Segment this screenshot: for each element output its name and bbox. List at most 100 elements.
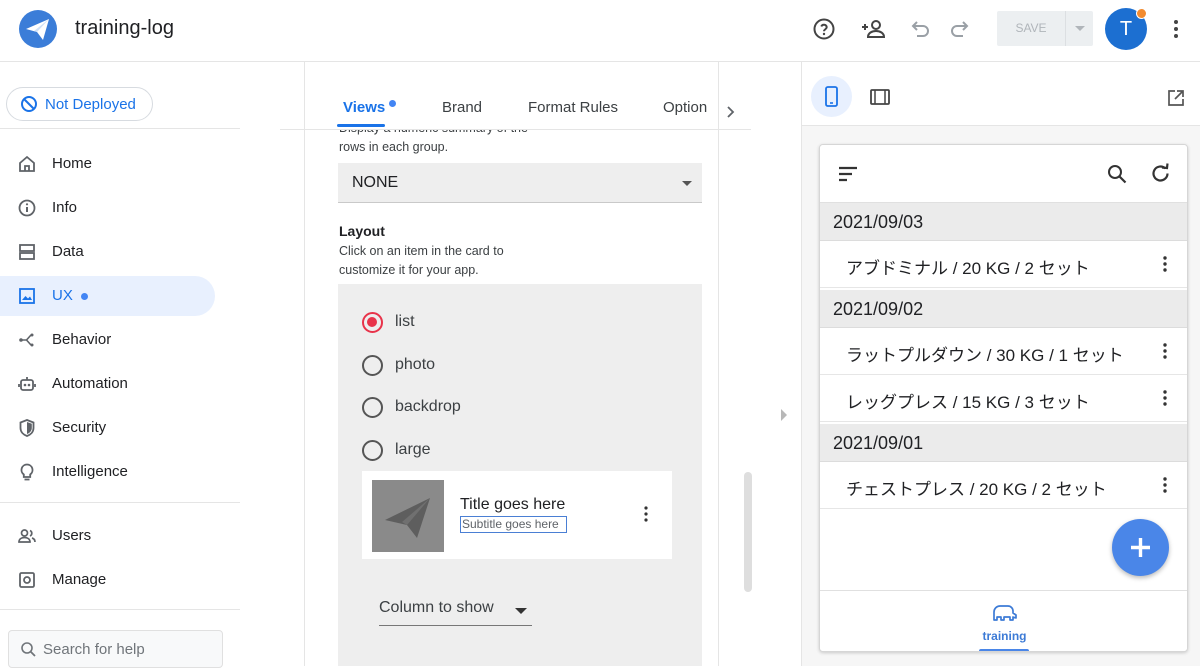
more-vert-icon[interactable] bbox=[1157, 342, 1173, 360]
menu-icon[interactable] bbox=[838, 166, 858, 182]
undo-icon[interactable] bbox=[908, 17, 932, 41]
app-title: training-log bbox=[75, 17, 174, 39]
sidebar-item-users[interactable]: Users bbox=[0, 516, 215, 556]
list-item-label: ラットプルダウン / 30 KG / 1 セット bbox=[846, 346, 1124, 365]
app-preview-panel: 2021/09/03 アブドミナル / 20 KG / 2 セット 2021/0… bbox=[801, 62, 1200, 666]
card-image-placeholder[interactable] bbox=[372, 480, 444, 552]
sidebar-item-security[interactable]: Security bbox=[0, 408, 215, 448]
save-button-group: SAVE bbox=[997, 11, 1093, 46]
group-aggregate-select[interactable]: NONE bbox=[338, 163, 702, 203]
help-search-input[interactable]: Search for help bbox=[8, 630, 223, 668]
bottom-nav: training bbox=[820, 590, 1187, 651]
tablet-icon bbox=[870, 89, 890, 105]
summary-description-line1: Display a numeric summary of the bbox=[339, 130, 528, 138]
sidebar-item-data[interactable]: Data bbox=[0, 232, 215, 272]
search-placeholder: Search for help bbox=[43, 641, 145, 658]
open-external-icon[interactable] bbox=[1167, 89, 1185, 107]
radio-list[interactable] bbox=[362, 312, 383, 333]
scrollbar[interactable] bbox=[744, 472, 752, 592]
view-editor: Views Brand Format Rules Option Display … bbox=[241, 62, 800, 666]
divider bbox=[718, 62, 719, 666]
sidebar-item-ux[interactable]: UX bbox=[0, 276, 215, 316]
sidebar-item-label: Security bbox=[52, 419, 107, 436]
divider bbox=[0, 128, 240, 129]
tablet-preview-button[interactable] bbox=[870, 89, 890, 105]
lightbulb-icon bbox=[17, 462, 37, 482]
group-header: 2021/09/01 bbox=[820, 424, 1187, 462]
group-aggregate-value: NONE bbox=[352, 174, 399, 191]
list-item[interactable]: チェストプレス / 20 KG / 2 セット bbox=[820, 462, 1187, 509]
app-logo-icon bbox=[19, 10, 57, 48]
divider bbox=[0, 609, 240, 610]
sidebar-item-intelligence[interactable]: Intelligence bbox=[0, 452, 215, 492]
add-button[interactable] bbox=[1112, 519, 1169, 576]
save-options-button[interactable] bbox=[1065, 11, 1093, 46]
column-to-show-label: Column to show bbox=[379, 599, 494, 616]
list-item[interactable]: レッグプレス / 15 KG / 3 セット bbox=[820, 375, 1187, 422]
tab-brand[interactable]: Brand bbox=[442, 99, 482, 116]
bottom-nav-label[interactable]: training bbox=[820, 629, 1187, 643]
card-title[interactable]: Title goes here bbox=[460, 496, 565, 514]
more-vert-icon[interactable] bbox=[1157, 389, 1173, 407]
more-vert-icon[interactable] bbox=[1157, 255, 1173, 273]
deploy-status-button[interactable]: Not Deployed bbox=[6, 87, 153, 121]
tab-views[interactable]: Views bbox=[343, 99, 385, 116]
sidebar-item-label: Behavior bbox=[52, 331, 112, 348]
behavior-icon bbox=[17, 330, 37, 350]
list-item-label: アブドミナル / 20 KG / 2 セット bbox=[846, 259, 1090, 278]
phone-icon bbox=[825, 86, 838, 107]
group-header: 2021/09/03 bbox=[820, 203, 1187, 241]
list-item-label: レッグプレス / 15 KG / 3 セット bbox=[846, 393, 1090, 412]
collapse-panel-icon[interactable] bbox=[780, 409, 788, 421]
sidebar-item-home[interactable]: Home bbox=[0, 144, 215, 184]
mobile-preview-button[interactable] bbox=[811, 76, 852, 117]
ux-icon bbox=[17, 286, 37, 306]
radio-large[interactable] bbox=[362, 440, 383, 461]
divider bbox=[0, 502, 240, 503]
sidebar-item-automation[interactable]: Automation bbox=[0, 364, 215, 404]
group-date: 2021/09/02 bbox=[833, 299, 924, 319]
refresh-icon[interactable] bbox=[1150, 163, 1171, 184]
tab-format-rules[interactable]: Format Rules bbox=[528, 99, 618, 116]
layout-heading: Layout bbox=[339, 223, 385, 239]
list-item[interactable]: アブドミナル / 20 KG / 2 セット bbox=[820, 241, 1187, 288]
chevron-down-icon bbox=[682, 181, 692, 186]
nav-item-training[interactable] bbox=[991, 604, 1019, 624]
group-date: 2021/09/01 bbox=[833, 433, 924, 453]
card-subtitle[interactable]: Subtitle goes here bbox=[460, 516, 567, 533]
left-sidebar: Not Deployed Home Info Data UX Behavior … bbox=[0, 62, 240, 668]
chevron-down-icon bbox=[515, 608, 527, 614]
sidebar-item-label: Data bbox=[52, 243, 84, 260]
redo-icon[interactable] bbox=[948, 17, 972, 41]
sidebar-item-manage[interactable]: Manage bbox=[0, 560, 215, 600]
group-header: 2021/09/02 bbox=[820, 290, 1187, 328]
column-to-show-select[interactable]: Column to show bbox=[379, 597, 532, 626]
more-vert-icon[interactable] bbox=[643, 506, 649, 522]
chevron-right-icon[interactable] bbox=[726, 105, 736, 119]
card-preview[interactable]: Title goes here Subtitle goes here bbox=[362, 471, 672, 559]
sidebar-item-info[interactable]: Info bbox=[0, 188, 215, 228]
sidebar-item-label: Automation bbox=[52, 375, 128, 392]
summary-description-line2: rows in each group. bbox=[339, 140, 449, 154]
sidebar-item-behavior[interactable]: Behavior bbox=[0, 320, 215, 360]
more-vert-icon[interactable] bbox=[1164, 17, 1188, 41]
layout-description-line2: customize it for your app. bbox=[339, 263, 479, 277]
radio-backdrop[interactable] bbox=[362, 397, 383, 418]
sidebar-item-label: UX bbox=[52, 287, 73, 304]
data-icon bbox=[17, 242, 37, 262]
sidebar-item-label: Users bbox=[52, 527, 92, 544]
phone-preview: 2021/09/03 アブドミナル / 20 KG / 2 セット 2021/0… bbox=[819, 144, 1188, 652]
radio-photo[interactable] bbox=[362, 355, 383, 376]
chevron-down-icon bbox=[1075, 26, 1085, 31]
add-person-icon[interactable] bbox=[860, 17, 888, 41]
unsaved-changes-dot bbox=[389, 100, 396, 107]
list-item[interactable]: ラットプルダウン / 30 KG / 1 セット bbox=[820, 328, 1187, 375]
more-vert-icon[interactable] bbox=[1157, 476, 1173, 494]
save-button[interactable]: SAVE bbox=[997, 11, 1065, 46]
help-icon[interactable] bbox=[812, 17, 836, 41]
search-icon[interactable] bbox=[1107, 164, 1127, 184]
layout-panel: list photo backdrop large Title goes her… bbox=[338, 284, 702, 666]
tab-option[interactable]: Option bbox=[663, 99, 707, 116]
notification-dot bbox=[1136, 8, 1147, 19]
shield-icon bbox=[17, 418, 37, 438]
